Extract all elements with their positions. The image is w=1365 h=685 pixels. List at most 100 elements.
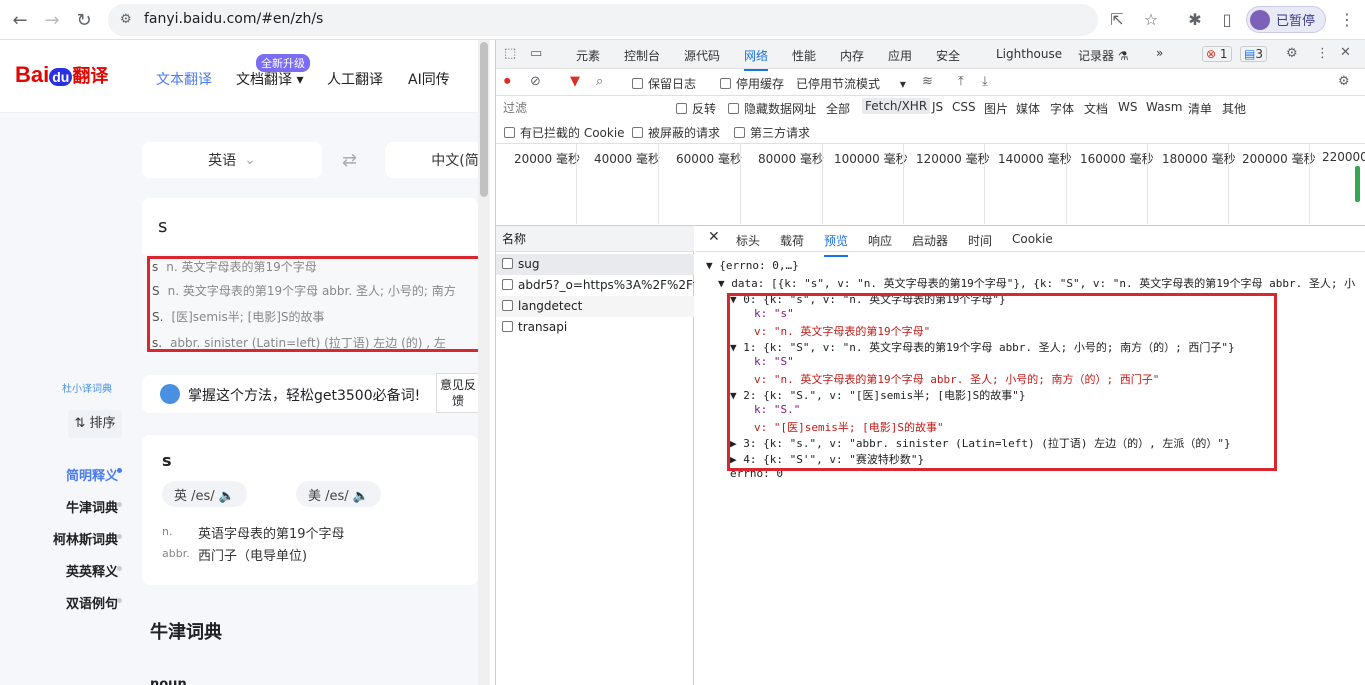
tab-cookies[interactable]: Cookie	[1012, 232, 1053, 246]
bookmark-star-icon[interactable]: ☆	[1140, 9, 1162, 31]
blocked-requests-checkbox[interactable]: 被屏蔽的请求	[632, 124, 720, 141]
type-ws[interactable]: WS	[1118, 100, 1137, 114]
type-media[interactable]: 媒体	[1016, 100, 1040, 117]
tab-response[interactable]: 响应	[868, 232, 892, 249]
throttle-select[interactable]: 已停用节流模式 ▾	[796, 75, 906, 92]
disable-cache-checkbox[interactable]: 停用缓存	[720, 75, 784, 92]
third-party-checkbox[interactable]: 第三方请求	[734, 124, 810, 141]
tab-security[interactable]: 安全	[936, 47, 960, 64]
sidenav-brief[interactable]: 简明释义	[66, 465, 118, 484]
type-manifest[interactable]: 清单	[1188, 100, 1212, 117]
back-icon[interactable]: ←	[8, 8, 32, 32]
tab-preview[interactable]: 预览	[824, 232, 849, 257]
timeline-gridline	[1066, 144, 1067, 224]
type-css[interactable]: CSS	[952, 100, 976, 114]
reload-icon[interactable]: ↻	[72, 8, 96, 32]
tab-elements[interactable]: 元素	[576, 47, 600, 64]
tab-headers[interactable]: 标头	[736, 232, 760, 249]
clear-icon[interactable]: ⊘	[530, 74, 541, 89]
tab-timing[interactable]: 时间	[968, 232, 992, 249]
address-bar[interactable]: ⚙ fanyi.baidu.com/#en/zh/s	[108, 4, 1098, 36]
share-icon[interactable]: ⇱	[1106, 9, 1128, 31]
tab-application[interactable]: 应用	[888, 47, 912, 64]
source-input[interactable]: s	[142, 198, 478, 254]
json-line[interactable]: ▼ data: [{k: "s", v: "n. 英文字母表的第19个字母"},…	[718, 275, 1355, 291]
network-settings-icon[interactable]: ⚙	[1338, 74, 1350, 89]
settings-gear-icon[interactable]: ⚙	[1286, 46, 1298, 61]
type-other[interactable]: 其他	[1222, 100, 1246, 117]
sidenav-en-en[interactable]: 英英释义	[66, 561, 118, 580]
sidenav-collins[interactable]: 柯林斯词典	[53, 529, 118, 548]
request-row[interactable]: transapi	[496, 317, 694, 338]
sidenav-dot	[117, 566, 122, 571]
tab-network[interactable]: 网络	[744, 47, 769, 71]
more-tabs-icon[interactable]: »	[1156, 46, 1163, 60]
type-doc[interactable]: 文档	[1084, 100, 1108, 117]
inspect-icon[interactable]: ⬚	[504, 46, 516, 61]
record-stop-icon[interactable]: ⏺	[504, 74, 511, 89]
tab-initiator[interactable]: 启动器	[912, 232, 948, 249]
tab-memory[interactable]: 内存	[840, 47, 864, 64]
menu-icon[interactable]: ⋮	[1336, 9, 1358, 31]
sidenav-oxford[interactable]: 牛津词典	[66, 497, 118, 516]
timeline-gridline	[658, 144, 659, 224]
kebab-menu-icon[interactable]: ⋮	[1316, 46, 1329, 61]
device-toggle-icon[interactable]: ▭	[530, 46, 542, 61]
type-img[interactable]: 图片	[984, 100, 1008, 117]
request-row[interactable]: langdetect	[496, 296, 694, 317]
request-row[interactable]: abdr5?_o=https%3A%2F%2Ff...	[496, 275, 694, 296]
site-info-icon[interactable]: ⚙	[120, 12, 136, 28]
import-har-icon[interactable]: ⤒	[958, 74, 964, 89]
type-js[interactable]: JS	[932, 100, 943, 114]
tab-sources[interactable]: 源代码	[684, 47, 720, 64]
tab-payload[interactable]: 载荷	[780, 232, 804, 249]
swap-lang-icon[interactable]: ⇄	[342, 150, 357, 171]
tip-banner[interactable]: 掌握这个方法，轻松get3500必备词! 意见反馈	[142, 373, 480, 413]
error-count[interactable]: ⊗ 1	[1202, 46, 1232, 62]
nav-text-translate[interactable]: 文本翻译	[156, 69, 212, 89]
preserve-log-checkbox[interactable]: 保留日志	[632, 75, 696, 92]
json-line[interactable]: ▼ {errno: 0,…}	[706, 259, 799, 272]
sidenav-examples[interactable]: 双语例句	[66, 593, 118, 612]
blocked-cookie-checkbox[interactable]: 有已拦截的 Cookie	[504, 124, 625, 141]
type-wasm[interactable]: Wasm	[1146, 100, 1182, 114]
type-font[interactable]: 字体	[1050, 100, 1074, 117]
network-conditions-icon[interactable]: ≋	[922, 74, 933, 89]
tab-lighthouse[interactable]: Lighthouse	[996, 47, 1062, 61]
source-lang-select[interactable]: 英语 ⌄	[142, 142, 322, 178]
timeline-gridline	[1228, 144, 1229, 224]
profile-button[interactable]: 已暂停	[1246, 6, 1326, 33]
search-icon[interactable]: ⌕	[596, 74, 603, 89]
forward-icon[interactable]: →	[40, 8, 64, 32]
sidepanel-icon[interactable]: ▯	[1216, 9, 1238, 31]
target-lang-select[interactable]: 中文(简	[385, 142, 485, 178]
sort-button[interactable]: ⇅ 排序	[68, 410, 122, 438]
pron-uk[interactable]: 英 /es/ 🔈	[162, 481, 247, 507]
network-overview[interactable]: 20000 毫秒 40000 毫秒 60000 毫秒 80000 毫秒 1000…	[496, 144, 1365, 226]
close-devtools-icon[interactable]: ✕	[1340, 45, 1351, 60]
invert-checkbox[interactable]: 反转	[676, 100, 716, 117]
message-count[interactable]: ▤3	[1240, 46, 1267, 62]
type-all[interactable]: 全部	[826, 100, 850, 117]
page-scrollbar[interactable]	[478, 40, 490, 685]
baidu-fanyi-logo[interactable]: Bai du 翻译	[15, 62, 108, 88]
name-column-header[interactable]: 名称	[496, 226, 694, 252]
tab-recorder[interactable]: 记录器 ⚗	[1078, 47, 1129, 64]
highlight-box	[727, 293, 1277, 471]
type-fetch-xhr[interactable]: Fetch/XHR	[862, 98, 931, 114]
hide-data-urls-checkbox[interactable]: 隐藏数据网址	[728, 100, 816, 117]
close-detail-icon[interactable]: ✕	[708, 229, 720, 245]
nav-doc-translate[interactable]: 文档翻译 ▾	[236, 69, 303, 89]
extensions-icon[interactable]: ✱	[1184, 9, 1206, 31]
filter-input[interactable]	[500, 98, 662, 117]
nav-ai-interpret[interactable]: AI同传	[408, 69, 450, 89]
pron-us[interactable]: 美 /es/ 🔈	[296, 481, 381, 507]
tab-performance[interactable]: 性能	[792, 47, 816, 64]
request-row-sug[interactable]: sug	[496, 254, 694, 275]
filter-icon[interactable]: ▼	[570, 74, 580, 89]
tab-console[interactable]: 控制台	[624, 47, 660, 64]
nav-human-translate[interactable]: 人工翻译	[327, 69, 383, 89]
feedback-button[interactable]: 意见反馈	[436, 373, 480, 413]
export-har-icon[interactable]: ⤓	[982, 74, 988, 89]
url-text[interactable]: fanyi.baidu.com/#en/zh/s	[144, 11, 323, 27]
